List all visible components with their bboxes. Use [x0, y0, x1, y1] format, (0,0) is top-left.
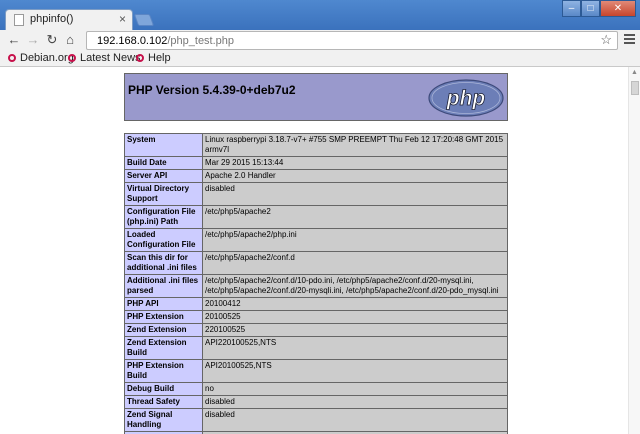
forward-arrow-icon[interactable]: →	[25, 32, 41, 48]
back-arrow-icon[interactable]: ←	[6, 32, 22, 48]
table-row: Scan this dir for additional .ini files /…	[124, 251, 508, 275]
row-value: /etc/php5/apache2/php.ini	[202, 228, 508, 252]
svg-text:php: php	[446, 87, 486, 110]
row-value: disabled	[202, 182, 508, 206]
table-row: Server API Apache 2.0 Handler	[124, 169, 508, 183]
bookmarks-bar: Debian.org Latest News Help	[0, 50, 640, 67]
row-key: Zend Extension Build	[124, 336, 203, 360]
row-key: PHP Extension	[124, 310, 203, 324]
row-value: Mar 29 2015 15:13:44	[202, 156, 508, 170]
row-value: /etc/php5/apache2/conf.d/10-pdo.ini, /et…	[202, 274, 508, 298]
chrome-menu-icon[interactable]	[624, 34, 635, 46]
table-row: Additional .ini files parsed/etc/php5/ap…	[124, 274, 508, 298]
row-key: Configuration File (php.ini) Path	[124, 205, 203, 229]
row-key: Scan this dir for additional .ini files	[124, 251, 203, 275]
php-info-table: System Linux raspberrypi 3.18.7-v7+ #755 …	[124, 133, 508, 434]
row-key: Thread Safety	[124, 395, 203, 409]
php-logo-icon: php	[428, 79, 504, 117]
row-value: Linux raspberrypi 3.18.7-v7+ #755 SMP PR…	[202, 133, 508, 157]
minimize-button[interactable]: –	[562, 0, 581, 17]
new-tab-button[interactable]	[133, 14, 155, 26]
scroll-up-icon[interactable]: ▲	[631, 69, 638, 76]
row-value: 220100525	[202, 323, 508, 337]
scrollbar-thumb[interactable]	[631, 81, 639, 95]
close-tab-icon[interactable]: ×	[119, 12, 126, 26]
reload-icon[interactable]: ↻	[44, 32, 60, 48]
row-value: 20100412	[202, 297, 508, 311]
table-row: PHP API 20100412	[124, 297, 508, 311]
vertical-scrollbar[interactable]: ▲	[628, 67, 640, 434]
table-row: PHP Extension 20100525	[124, 310, 508, 324]
table-row: Loaded Configuration File/etc/php5/apach…	[124, 228, 508, 252]
row-key: Debug Build	[124, 382, 203, 396]
row-key: PHP API	[124, 297, 203, 311]
table-row: PHP Extension Build API20100525,NTS	[124, 359, 508, 383]
row-value: /etc/php5/apache2/conf.d	[202, 251, 508, 275]
row-value: disabled	[202, 408, 508, 432]
window-controls: – □ ✕	[562, 0, 636, 18]
table-row: Zend Extension 220100525	[124, 323, 508, 337]
debian-swirl-icon	[8, 54, 16, 62]
address-bar[interactable]: 192.168.0.102/php_test.php ☆	[86, 31, 618, 50]
close-window-button[interactable]: ✕	[600, 0, 636, 17]
table-row: Thread Safety disabled	[124, 395, 508, 409]
row-key: PHP Extension Build	[124, 359, 203, 383]
row-value: disabled	[202, 395, 508, 409]
row-key: Loaded Configuration File	[124, 228, 203, 252]
row-key: System	[124, 133, 203, 157]
debian-swirl-icon	[136, 54, 144, 62]
maximize-button[interactable]: □	[581, 0, 600, 17]
navigation-toolbar: ← → ↻ ⌂ 192.168.0.102/php_test.php ☆	[0, 30, 640, 50]
row-value: no	[202, 382, 508, 396]
tab-title: phpinfo()	[30, 13, 74, 25]
debian-swirl-icon	[68, 54, 76, 62]
table-row: Configuration File (php.ini) Path/etc/ph…	[124, 205, 508, 229]
row-key: Zend Signal Handling	[124, 408, 203, 432]
bookmark-star-icon[interactable]: ☆	[600, 32, 612, 48]
row-key: Additional .ini files parsed	[124, 274, 203, 298]
table-row: Build Date Mar 29 2015 15:13:44	[124, 156, 508, 170]
page-favicon-icon	[14, 14, 24, 26]
title-bar: phpinfo() × – □ ✕	[0, 0, 640, 30]
row-value: API20100525,NTS	[202, 359, 508, 383]
row-value: 20100525	[202, 310, 508, 324]
home-icon[interactable]: ⌂	[62, 32, 78, 48]
table-row: Zend Extension Build API220100525,NTS	[124, 336, 508, 360]
url-text: 192.168.0.102/php_test.php	[97, 35, 235, 47]
table-row: Virtual Directory Support disabled	[124, 182, 508, 206]
row-key: Zend Extension	[124, 323, 203, 337]
bookmark-latest-news[interactable]: Latest News	[68, 52, 141, 64]
page-viewport: PHP Version 5.4.39-0+deb7u2 php System Li…	[0, 67, 628, 434]
bookmark-help[interactable]: Help	[136, 52, 171, 64]
page-title: PHP Version 5.4.39-0+deb7u2	[128, 83, 296, 97]
browser-tab[interactable]: phpinfo() ×	[5, 9, 133, 30]
row-key: Virtual Directory Support	[124, 182, 203, 206]
row-key: Server API	[124, 169, 203, 183]
table-row: Debug Build no	[124, 382, 508, 396]
row-value: /etc/php5/apache2	[202, 205, 508, 229]
row-value: API220100525,NTS	[202, 336, 508, 360]
row-value: Apache 2.0 Handler	[202, 169, 508, 183]
bookmark-debian[interactable]: Debian.org	[8, 52, 74, 64]
row-key: Build Date	[124, 156, 203, 170]
php-version-header: PHP Version 5.4.39-0+deb7u2 php	[124, 73, 508, 121]
table-row: Zend Signal Handling disabled	[124, 408, 508, 432]
table-row: System Linux raspberrypi 3.18.7-v7+ #755 …	[124, 133, 508, 157]
